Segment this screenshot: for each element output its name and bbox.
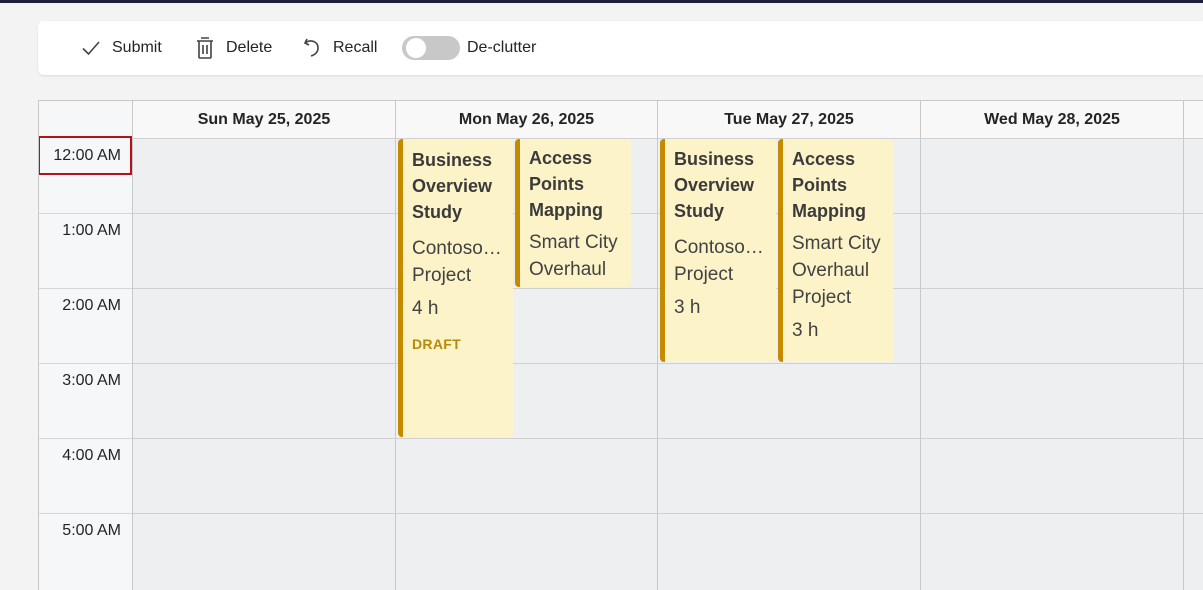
day-column[interactable]	[133, 139, 396, 590]
day-header-tue[interactable]: Tue May 27, 2025	[658, 101, 921, 138]
hour-gridline	[133, 438, 1203, 439]
submit-label: Submit	[112, 39, 162, 56]
hour-gridline	[133, 363, 1203, 364]
declutter-toggle[interactable]: De-clutter	[402, 21, 536, 75]
window-top-bar	[0, 0, 1203, 3]
hour-gridline	[133, 513, 1203, 514]
time-gridline	[39, 363, 132, 364]
day-column[interactable]	[921, 139, 1184, 590]
entry-project: Smart City Overhaul	[792, 233, 881, 281]
time-label: 2:00 AM	[62, 297, 121, 314]
calendar-grid: Sun May 25, 2025 Mon May 26, 2025 Tue Ma…	[38, 100, 1203, 590]
time-gridline	[39, 288, 132, 289]
delete-label: Delete	[226, 39, 273, 56]
day-header-wed[interactable]: Wed May 28, 2025	[921, 101, 1184, 138]
entry-title: Access Points Mapping	[792, 149, 866, 221]
toggle-switch[interactable]	[402, 36, 460, 60]
day-header-mon[interactable]: Mon May 26, 2025	[396, 101, 658, 138]
time-entry-card[interactable]: Business Overview Study Contoso Consulti…	[660, 139, 776, 362]
entry-title: Business Overview Study	[674, 149, 755, 221]
time-entry-card[interactable]: Business Overview Study Contoso Consulti…	[398, 139, 513, 437]
delete-button[interactable]: Delete	[195, 21, 272, 75]
draft-status-badge: DRAFT	[412, 336, 461, 352]
entry-project-type: Project	[792, 287, 852, 308]
toggle-knob	[406, 38, 426, 58]
command-bar: Submit Delete Recall De-clutter	[38, 21, 1203, 75]
declutter-label: De-clutter	[467, 39, 537, 56]
undo-icon	[302, 37, 322, 59]
time-gridline	[39, 438, 132, 439]
entry-hours: 3 h	[674, 297, 701, 318]
time-label: 3:00 AM	[62, 372, 121, 389]
time-gridline	[39, 213, 132, 214]
time-gridline	[39, 513, 132, 514]
recall-label: Recall	[333, 39, 378, 56]
checkmark-icon	[81, 38, 101, 58]
trash-icon	[195, 36, 215, 60]
entry-project-type: Project	[412, 265, 472, 286]
submit-button[interactable]: Submit	[81, 21, 162, 75]
selected-time-highlight	[39, 136, 132, 175]
recall-button[interactable]: Recall	[302, 21, 377, 75]
time-entry-card[interactable]: Access Points Mapping Smart City Overhau…	[515, 139, 631, 287]
entry-title: Business Overview Study	[412, 150, 493, 222]
time-entry-card[interactable]: Access Points Mapping Smart City Overhau…	[778, 139, 893, 362]
time-label: 5:00 AM	[62, 522, 121, 539]
entry-project-type: Project	[674, 264, 734, 285]
day-header-sun[interactable]: Sun May 25, 2025	[133, 101, 396, 138]
entry-title: Access Points Mapping	[529, 148, 603, 220]
entry-hours: 4 h	[412, 298, 439, 319]
entry-project: Smart City Overhaul	[529, 232, 618, 280]
time-label: 4:00 AM	[62, 447, 121, 464]
time-label: 1:00 AM	[62, 222, 121, 239]
entry-hours: 3 h	[792, 320, 819, 341]
entry-project: Contoso Consulti...	[674, 237, 768, 258]
entry-project: Contoso Consulti...	[412, 238, 505, 259]
